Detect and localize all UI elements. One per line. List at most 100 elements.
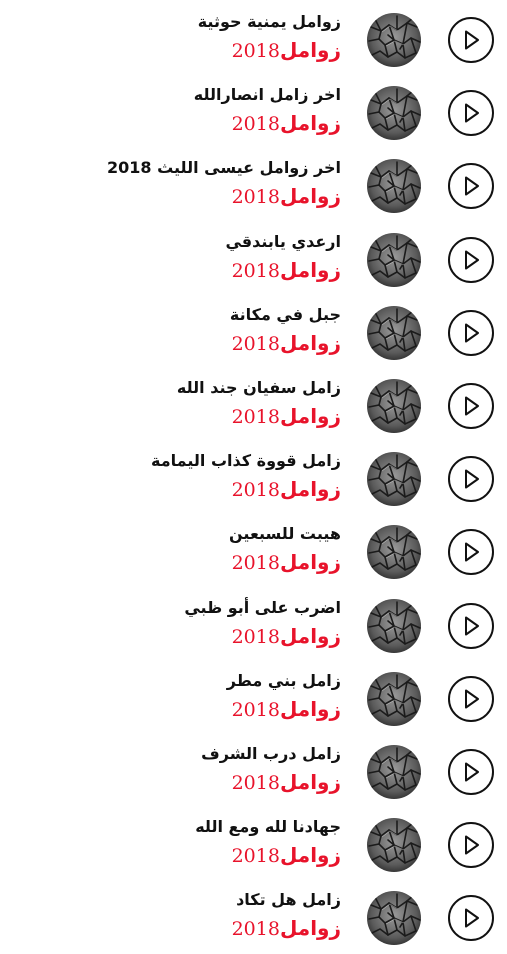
play-button[interactable] [448, 90, 494, 137]
subtitle-year: 2018 [231, 40, 280, 62]
play-button[interactable] [448, 17, 494, 63]
play-icon [465, 176, 479, 196]
play-button[interactable] [448, 382, 494, 429]
track-title: اخر زوامل عيسى الليث 2018 [106, 158, 341, 178]
track-row[interactable]: جبل في مكانة زوامل2018 [0, 296, 507, 369]
subtitle-word: زوامل [279, 257, 341, 282]
track-title: زامل هل تكاد [236, 890, 341, 910]
subtitle-word: زوامل [279, 403, 341, 428]
track-subtitle: زوامل2018 [198, 39, 341, 63]
track-thumbnail [367, 86, 421, 141]
subtitle-year: 2018 [231, 405, 280, 428]
play-button[interactable] [448, 163, 494, 210]
subtitle-word: زوامل [279, 843, 341, 868]
track-title: زوامل يمنية حوثية [197, 12, 341, 31]
track-thumbnail [367, 818, 421, 873]
track-subtitle: زوامل2018 [177, 405, 341, 429]
subtitle-word: زوامل [279, 550, 341, 575]
track-text: اخر زامل انصارالله زوامل2018 [194, 84, 341, 136]
track-title: زامل قووة كذاب اليمامة [151, 451, 341, 471]
play-button[interactable] [448, 309, 494, 356]
track-row[interactable]: زامل سفيان جند الله زوامل2018 [0, 369, 507, 442]
subtitle-year: 2018 [231, 332, 280, 355]
play-icon [465, 689, 479, 709]
track-row[interactable]: جهادنا لله ومع الله زوامل2018 [0, 808, 507, 881]
subtitle-year: 2018 [231, 918, 280, 941]
track-thumbnail [367, 598, 421, 653]
track-row[interactable]: اخر زوامل عيسى الليث 2018 زوامل2018 [0, 149, 507, 222]
play-button[interactable] [448, 895, 494, 942]
track-subtitle: زوامل2018 [201, 771, 341, 795]
track-text: زامل قووة كذاب اليمامة زوامل2018 [151, 450, 341, 502]
play-button[interactable] [448, 748, 494, 795]
track-title: هيبت للسبعين [229, 524, 341, 544]
track-text: زامل درب الشرف زوامل2018 [201, 743, 341, 795]
track-row[interactable]: زوامل يمنية حوثية زوامل2018 [0, 3, 507, 76]
track-text: ارعدي يابندقي زوامل2018 [225, 231, 341, 283]
track-title: ارعدي يابندقي [225, 231, 341, 251]
track-row[interactable]: اخر زامل انصارالله زوامل2018 [0, 76, 507, 149]
track-text: اخر زوامل عيسى الليث 2018 زوامل2018 [107, 157, 341, 209]
track-thumbnail [367, 232, 421, 287]
track-text: هيبت للسبعين زوامل2018 [229, 523, 341, 575]
play-icon [465, 250, 479, 270]
play-icon [465, 908, 479, 928]
track-thumbnail [367, 452, 421, 507]
play-icon [465, 542, 479, 562]
track-subtitle: زوامل2018 [229, 551, 341, 575]
track-subtitle: زوامل2018 [184, 625, 341, 649]
play-icon [465, 396, 479, 416]
subtitle-year: 2018 [231, 259, 280, 282]
track-row[interactable]: ارعدي يابندقي زوامل2018 [0, 223, 507, 296]
subtitle-year: 2018 [231, 625, 280, 648]
subtitle-year: 2018 [231, 771, 280, 794]
track-subtitle: زوامل2018 [151, 478, 341, 502]
subtitle-year: 2018 [231, 479, 280, 502]
track-title: زامل سفيان جند الله [176, 377, 341, 397]
track-list: زوامل يمنية حوثية زوامل2018 اخر زامل انص… [0, 3, 507, 954]
play-icon [465, 103, 479, 123]
track-row[interactable]: هيبت للسبعين زوامل2018 [0, 515, 507, 588]
play-button[interactable] [448, 236, 494, 283]
track-row[interactable]: زامل هل تكاد زوامل2018 [0, 881, 507, 954]
subtitle-word: زوامل [279, 696, 341, 721]
track-title: زامل بني مطر [226, 670, 341, 690]
subtitle-year: 2018 [231, 698, 280, 721]
track-text: اضرب على أبو ظبي زوامل2018 [184, 597, 341, 649]
play-button[interactable] [448, 675, 494, 722]
play-icon [465, 469, 479, 489]
track-thumbnail [367, 305, 421, 360]
track-text: زامل سفيان جند الله زوامل2018 [177, 377, 341, 429]
track-thumbnail [367, 13, 421, 67]
play-button[interactable] [448, 529, 494, 576]
play-button[interactable] [448, 822, 494, 869]
track-row[interactable]: زامل قووة كذاب اليمامة زوامل2018 [0, 442, 507, 515]
track-text: جهادنا لله ومع الله زوامل2018 [195, 816, 341, 868]
track-subtitle: زوامل2018 [225, 259, 341, 283]
track-text: زامل هل تكاد زوامل2018 [232, 889, 341, 941]
track-row[interactable]: زامل درب الشرف زوامل2018 [0, 735, 507, 808]
track-row[interactable]: اضرب على أبو ظبي زوامل2018 [0, 589, 507, 662]
track-thumbnail [367, 525, 421, 580]
track-title: اضرب على أبو ظبي [184, 597, 341, 617]
play-icon [465, 30, 479, 50]
track-thumbnail [367, 159, 421, 214]
track-subtitle: زوامل2018 [195, 844, 341, 868]
play-icon [465, 616, 479, 635]
play-button[interactable] [448, 602, 494, 649]
track-title: جهادنا لله ومع الله [195, 817, 341, 837]
subtitle-year: 2018 [231, 186, 280, 209]
subtitle-word: زوامل [279, 623, 341, 648]
track-subtitle: زوامل2018 [194, 112, 341, 136]
track-row[interactable]: زامل بني مطر زوامل2018 [0, 662, 507, 735]
subtitle-word: زوامل [279, 184, 341, 209]
subtitle-year: 2018 [231, 113, 280, 136]
track-thumbnail [367, 891, 421, 946]
track-text: جبل في مكانة زوامل2018 [230, 304, 341, 356]
play-button[interactable] [448, 456, 494, 503]
track-thumbnail [367, 671, 421, 726]
subtitle-word: زوامل [279, 477, 341, 502]
track-title: اخر زامل انصارالله [193, 85, 341, 105]
track-subtitle: زوامل2018 [232, 917, 341, 941]
track-text: زوامل يمنية حوثية زوامل2018 [198, 11, 341, 63]
